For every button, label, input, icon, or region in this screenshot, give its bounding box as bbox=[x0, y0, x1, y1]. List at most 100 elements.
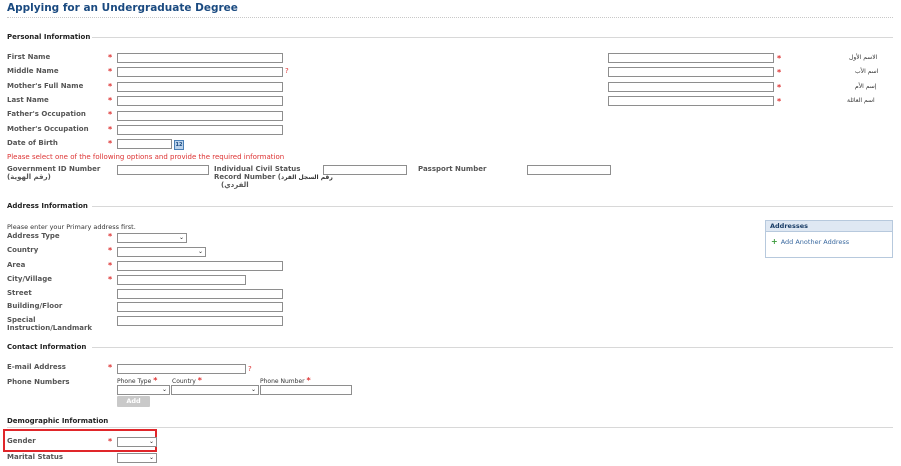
phone-country-header: Country * bbox=[172, 376, 202, 386]
first-name-input[interactable] bbox=[117, 53, 283, 63]
address-info-heading: Address Information bbox=[7, 202, 88, 210]
required-mark: * bbox=[108, 261, 113, 270]
last-name-input[interactable] bbox=[117, 96, 283, 106]
title-divider bbox=[7, 17, 893, 18]
demographic-divider bbox=[7, 427, 893, 428]
civil-record-label-3: (الفردي bbox=[221, 181, 249, 189]
gov-id-ar-label: (رقم الهوية) bbox=[7, 173, 51, 181]
middle-name-input[interactable] bbox=[117, 67, 283, 77]
father-occupation-input[interactable] bbox=[117, 111, 283, 121]
phone-number-input[interactable] bbox=[260, 385, 352, 395]
middle-name-label: Middle Name bbox=[7, 67, 59, 75]
city-input[interactable] bbox=[117, 275, 246, 285]
first-name-ar-label: الاسم الأول bbox=[849, 54, 878, 61]
civil-record-label-2: Record Number (رقم السجل الفرد bbox=[214, 173, 333, 181]
address-type-select[interactable]: ⌄ bbox=[117, 233, 187, 243]
dob-label: Date of Birth bbox=[7, 139, 58, 147]
mother-name-ar-label: إسم الأم bbox=[855, 83, 877, 90]
required-mark: * bbox=[777, 68, 782, 77]
country-select[interactable]: ⌄ bbox=[117, 247, 206, 257]
civil-record-label-2a: Record Number ( bbox=[214, 173, 281, 181]
required-mark: * bbox=[777, 97, 782, 106]
personal-divider bbox=[92, 37, 893, 38]
dob-input[interactable] bbox=[117, 139, 172, 149]
first-name-ar-input[interactable] bbox=[608, 53, 774, 63]
marital-status-label: Marital Status bbox=[7, 453, 64, 461]
required-mark: * bbox=[197, 376, 202, 385]
mother-full-name-label: Mother's Full Name bbox=[7, 82, 84, 90]
father-name-ar-input[interactable] bbox=[608, 67, 774, 77]
special-label-2: Instruction/Landmark bbox=[7, 324, 93, 332]
addresses-panel: Addresses + Add Another Address bbox=[765, 220, 893, 258]
mother-full-name-input[interactable] bbox=[117, 82, 283, 92]
email-label: E-mail Address bbox=[7, 363, 66, 371]
required-mark: * bbox=[108, 67, 113, 76]
phone-country-select[interactable]: ⌄ bbox=[171, 385, 259, 395]
required-mark: * bbox=[777, 54, 782, 63]
first-name-label: First Name bbox=[7, 53, 51, 61]
marital-status-select[interactable]: ⌄ bbox=[117, 453, 157, 463]
phone-type-label: Phone Type bbox=[117, 378, 152, 385]
required-mark: * bbox=[108, 125, 113, 134]
required-mark: * bbox=[108, 82, 113, 91]
required-mark: * bbox=[108, 232, 113, 241]
add-more-button[interactable]: Add More bbox=[117, 396, 150, 416]
building-input[interactable] bbox=[117, 302, 283, 312]
add-another-address-link[interactable]: + Add Another Address bbox=[771, 237, 849, 246]
required-mark: * bbox=[108, 363, 113, 372]
mother-occupation-label: Mother's Occupation bbox=[7, 125, 89, 133]
gender-label: Gender bbox=[7, 437, 36, 445]
contact-divider bbox=[92, 347, 893, 348]
father-name-ar-label: اسم الأب bbox=[855, 68, 879, 75]
chevron-down-icon: ⌄ bbox=[197, 248, 203, 255]
calendar-icon[interactable]: 12 bbox=[174, 140, 184, 150]
personal-info-heading: Personal Information bbox=[7, 33, 91, 41]
email-input[interactable] bbox=[117, 364, 246, 374]
chevron-down-icon: ⌄ bbox=[148, 438, 154, 445]
email-help-icon[interactable]: ? bbox=[248, 365, 252, 373]
address-type-label: Address Type bbox=[7, 232, 60, 240]
required-mark: * bbox=[108, 96, 113, 105]
family-name-ar-input[interactable] bbox=[608, 96, 774, 106]
phone-numbers-label: Phone Numbers bbox=[7, 378, 70, 386]
required-mark: * bbox=[108, 437, 113, 446]
gender-select[interactable]: ⌄ bbox=[117, 437, 157, 447]
chevron-down-icon: ⌄ bbox=[178, 234, 184, 241]
street-input[interactable] bbox=[117, 289, 283, 299]
gov-id-input[interactable] bbox=[117, 165, 209, 175]
addresses-panel-title: Addresses bbox=[766, 221, 892, 232]
required-mark: * bbox=[108, 246, 113, 255]
required-mark: * bbox=[777, 83, 782, 92]
middle-name-help-icon[interactable]: ? bbox=[285, 67, 289, 75]
city-label: City/Village bbox=[7, 275, 52, 283]
required-mark: * bbox=[108, 53, 113, 62]
street-label: Street bbox=[7, 289, 32, 297]
plus-icon: + bbox=[771, 237, 778, 246]
address-note: Please enter your Primary address first. bbox=[7, 223, 136, 231]
special-input[interactable] bbox=[117, 316, 283, 326]
gov-id-label: Government ID Number bbox=[7, 165, 101, 173]
area-label: Area bbox=[7, 261, 26, 269]
phone-number-header: Phone Number * bbox=[260, 377, 311, 386]
demographic-info-heading: Demographic Information bbox=[7, 417, 109, 425]
add-another-address-label: Add Another Address bbox=[780, 238, 850, 246]
mother-occupation-input[interactable] bbox=[117, 125, 283, 135]
phone-country-label: Country bbox=[172, 378, 196, 385]
area-input[interactable] bbox=[117, 261, 283, 271]
father-occupation-label: Father's Occupation bbox=[7, 110, 86, 118]
passport-label: Passport Number bbox=[418, 165, 487, 173]
mother-name-ar-input[interactable] bbox=[608, 82, 774, 92]
civil-record-input[interactable] bbox=[323, 165, 407, 175]
chevron-down-icon: ⌄ bbox=[148, 454, 154, 461]
chevron-down-icon: ⌄ bbox=[161, 386, 167, 393]
civil-record-label-2b: رقم السجل الفرد bbox=[280, 174, 333, 181]
passport-input[interactable] bbox=[527, 165, 611, 175]
family-name-ar-label: اسم العائلة bbox=[847, 97, 875, 104]
building-label: Building/Floor bbox=[7, 302, 63, 310]
last-name-label: Last Name bbox=[7, 96, 49, 104]
required-mark: * bbox=[108, 275, 113, 284]
page-title: Applying for an Undergraduate Degree bbox=[7, 2, 238, 14]
contact-info-heading: Contact Information bbox=[7, 343, 87, 351]
required-mark: * bbox=[108, 110, 113, 119]
phone-type-select[interactable]: ⌄ bbox=[117, 385, 170, 395]
